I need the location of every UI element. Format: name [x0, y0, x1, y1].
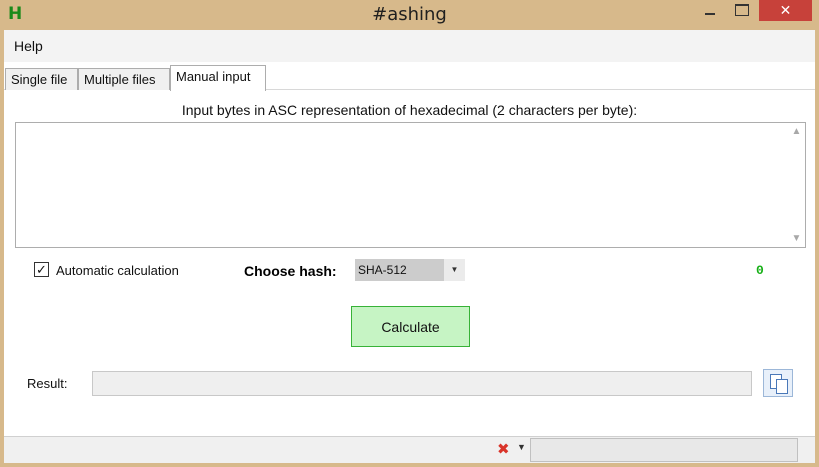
menu-help[interactable]: Help	[14, 38, 43, 54]
status-bar: ✖ ▼	[4, 436, 815, 463]
hex-input-box: ▲ ▼	[15, 122, 806, 248]
result-field[interactable]	[92, 371, 752, 396]
hex-input-field[interactable]	[16, 123, 788, 247]
maximize-button[interactable]	[728, 0, 754, 21]
scroll-up-icon[interactable]: ▲	[788, 123, 805, 140]
tab-manual-input[interactable]: Manual input	[170, 65, 266, 91]
auto-calculation-label[interactable]: Automatic calculation	[56, 263, 179, 278]
copy-icon-front	[776, 379, 788, 394]
app-window: H #ashing Help Single file Multiple file…	[0, 0, 819, 467]
result-label: Result:	[27, 376, 68, 391]
calculate-button[interactable]: Calculate	[351, 306, 470, 347]
tab-single-file[interactable]: Single file	[5, 68, 78, 90]
close-button[interactable]	[759, 0, 812, 21]
copy-button[interactable]	[763, 369, 793, 397]
menu-bar: Help	[4, 30, 815, 62]
tab-strip: Single file Multiple files Manual input	[4, 65, 815, 91]
hash-dropdown[interactable]: SHA-512 ▼	[355, 259, 465, 281]
title-bar: H #ashing	[0, 0, 819, 30]
hash-selected-value[interactable]: SHA-512	[355, 259, 444, 281]
client-area: Help Single file Multiple files Manual i…	[4, 30, 815, 463]
chevron-down-icon[interactable]: ▼	[517, 442, 526, 452]
chevron-down-icon[interactable]: ▼	[444, 259, 465, 281]
status-panel	[530, 438, 798, 462]
byte-count: 0	[756, 263, 764, 278]
choose-hash-label: Choose hash:	[244, 263, 337, 279]
auto-calculation-checkbox[interactable]: ✓	[34, 262, 49, 277]
error-x-icon[interactable]: ✖	[497, 440, 510, 458]
minimize-button[interactable]	[697, 0, 723, 21]
tab-multiple-files[interactable]: Multiple files	[78, 68, 170, 90]
scroll-down-icon[interactable]: ▼	[788, 230, 805, 247]
input-scrollbar[interactable]: ▲ ▼	[788, 123, 805, 247]
input-prompt: Input bytes in ASC representation of hex…	[181, 102, 638, 118]
